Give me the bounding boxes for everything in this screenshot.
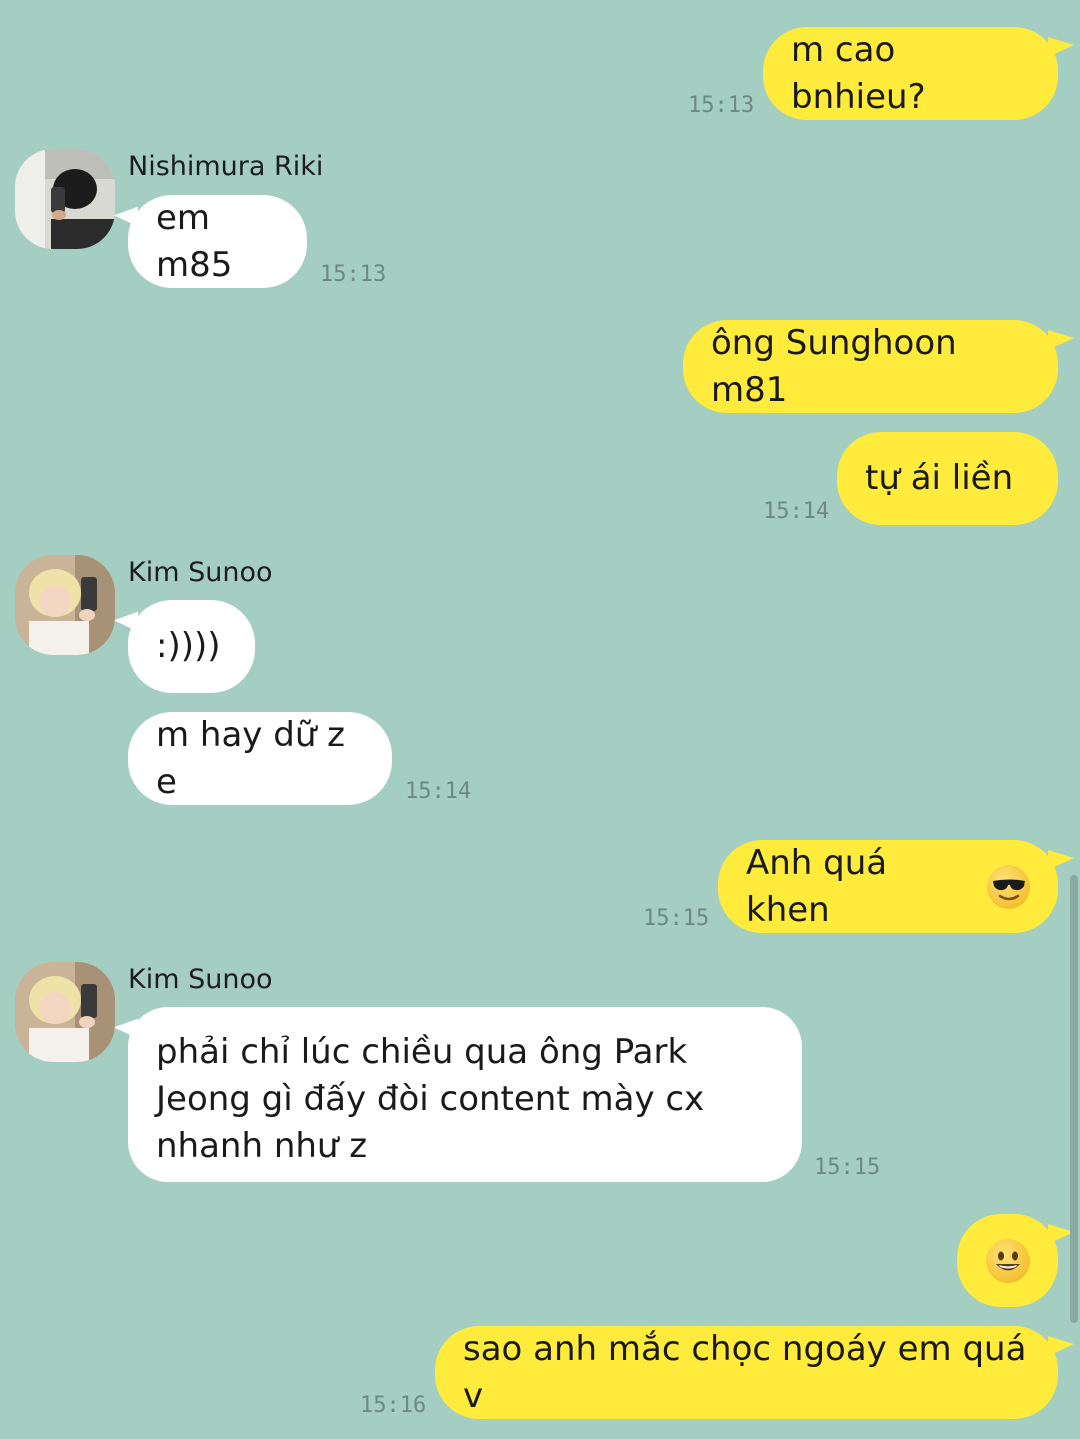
message-timestamp: 15:14 [763, 499, 830, 524]
scrollbar[interactable] [1070, 875, 1078, 1323]
message-text: ông Sunghoon m81 [711, 322, 957, 410]
avatar[interactable] [15, 962, 115, 1062]
sender-name: Kim Sunoo [128, 964, 273, 995]
message-timestamp: 15:13 [688, 93, 755, 118]
grinning-face-icon [985, 1238, 1030, 1283]
message-text: m cao bnhieu? [791, 29, 926, 117]
message-bubble-outgoing[interactable]: ông Sunghoon m81 [683, 320, 1058, 413]
message-timestamp: 15:16 [360, 1393, 427, 1418]
message-text-line: Jeong gì đấy đòi content mày cx [156, 1079, 705, 1119]
message-bubble-incoming[interactable]: m hay dữ z e [128, 712, 392, 805]
message-text: Anh quá khen [746, 842, 888, 930]
message-bubble-outgoing[interactable]: m cao bnhieu? [763, 27, 1058, 120]
message-bubble-outgoing[interactable]: Anh quá khen [718, 840, 1058, 933]
avatar[interactable] [15, 149, 115, 249]
message-timestamp: 15:13 [320, 262, 387, 287]
message-text: m hay dữ z e [156, 714, 346, 802]
message-bubble-outgoing[interactable]: sao anh mắc chọc ngoáy em quá v [435, 1326, 1058, 1419]
message-text: :)))) [156, 626, 221, 666]
message-text-line: nhanh như z [156, 1126, 368, 1166]
message-timestamp: 15:15 [814, 1155, 881, 1180]
sender-name: Kim Sunoo [128, 557, 273, 588]
message-bubble-incoming[interactable]: em m85 [128, 195, 307, 288]
message-text: phải chỉ lúc chiều qua ông Park Jeong gì… [156, 1029, 704, 1170]
avatar[interactable] [15, 555, 115, 655]
sunglasses-face-icon [987, 864, 1030, 909]
message-bubble-outgoing[interactable] [957, 1214, 1058, 1307]
message-bubble-incoming[interactable]: phải chỉ lúc chiều qua ông Park Jeong gì… [128, 1007, 802, 1182]
message-text-line: phải chỉ lúc chiều qua ông Park [156, 1032, 688, 1072]
message-timestamp: 15:14 [405, 779, 472, 804]
message-bubble-outgoing[interactable]: tự ái liền [837, 432, 1058, 525]
message-timestamp: 15:15 [643, 906, 710, 931]
message-text: em m85 [156, 197, 233, 285]
message-bubble-incoming[interactable]: :)))) [128, 600, 255, 693]
message-text: tự ái liền [865, 458, 1014, 498]
sender-name: Nishimura Riki [128, 151, 324, 182]
message-text: sao anh mắc chọc ngoáy em quá v [463, 1328, 1027, 1416]
